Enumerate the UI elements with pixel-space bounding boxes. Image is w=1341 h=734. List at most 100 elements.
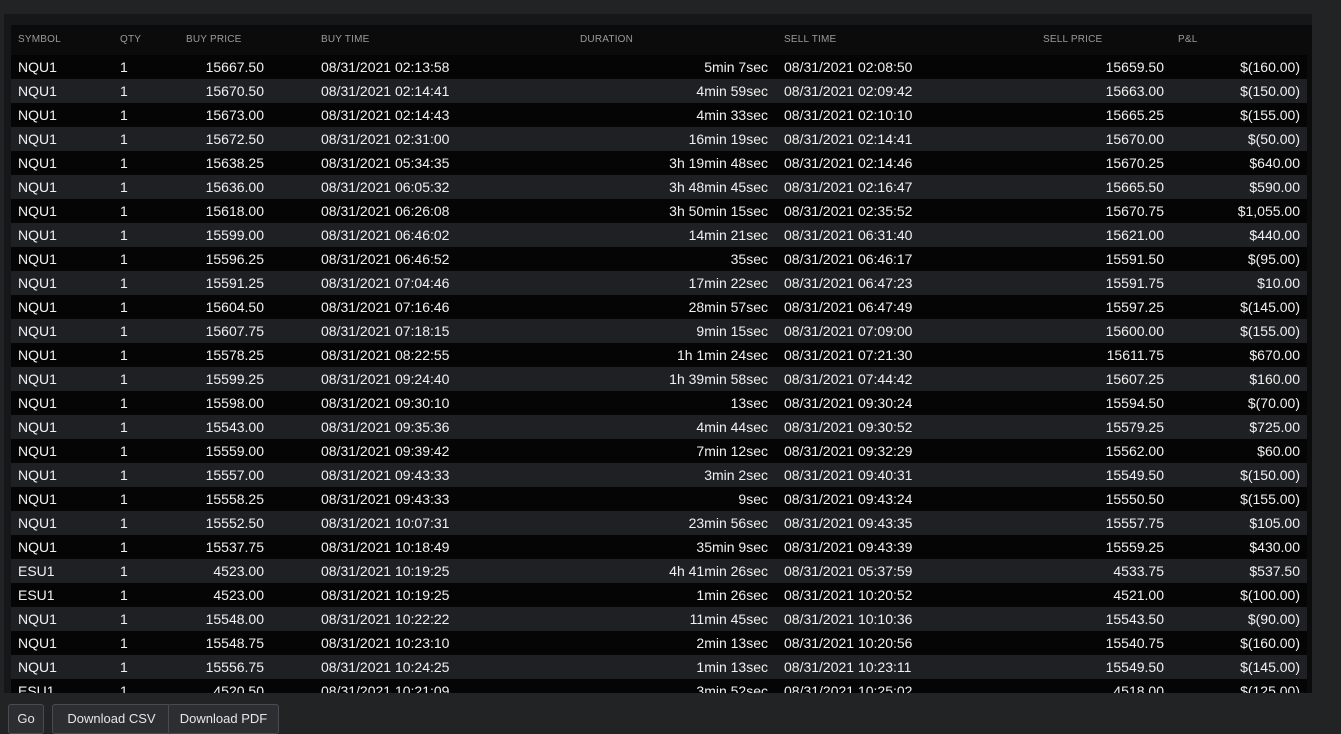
cell-sell-time: 08/31/2021 09:43:24	[784, 491, 913, 507]
cell-buy-time: 08/31/2021 09:43:33	[321, 491, 450, 507]
download-csv-button[interactable]: Download CSV	[52, 704, 171, 734]
cell-pnl: $160.00	[1249, 371, 1300, 387]
cell-qty: 1	[120, 131, 128, 147]
cell-sell-price: 15670.25	[1105, 155, 1164, 171]
table-scrollbar[interactable]	[1307, 25, 1312, 693]
cell-buy-time: 08/31/2021 10:19:25	[321, 563, 450, 579]
table-row[interactable]: NQU1 1 15599.00 08/31/2021 06:46:02 14min 21…	[11, 223, 1307, 247]
cell-buy-time: 08/31/2021 07:18:15	[321, 323, 450, 339]
cell-buy-price: 15596.25	[205, 251, 264, 267]
cell-sell-price: 4518.00	[1113, 683, 1164, 693]
cell-sell-time: 08/31/2021 07:09:00	[784, 323, 913, 339]
cell-duration: 4min 33sec	[696, 107, 768, 123]
table-row[interactable]: NQU1 1 15537.75 08/31/2021 10:18:49 35min 9s…	[11, 535, 1307, 559]
table-row[interactable]: NQU1 1 15618.00 08/31/2021 06:26:08 3h 50min…	[11, 199, 1307, 223]
cell-qty: 1	[120, 539, 128, 555]
cell-buy-price: 15598.00	[205, 395, 264, 411]
table-row[interactable]: NQU1 1 15552.50 08/31/2021 10:07:31 23min 56…	[11, 511, 1307, 535]
cell-pnl: $(155.00)	[1240, 107, 1300, 123]
cell-sell-price: 15621.00	[1105, 227, 1164, 243]
cell-qty: 1	[120, 395, 128, 411]
table-row[interactable]: NQU1 1 15543.00 08/31/2021 09:35:36 4min 44s…	[11, 415, 1307, 439]
cell-qty: 1	[120, 611, 128, 627]
cell-duration: 1min 13sec	[696, 659, 768, 675]
cell-buy-time: 08/31/2021 10:22:22	[321, 611, 450, 627]
table-row[interactable]: NQU1 1 15556.75 08/31/2021 10:24:25 1min 13s…	[11, 655, 1307, 679]
table-row[interactable]: NQU1 1 15638.25 08/31/2021 05:34:35 3h 19min…	[11, 151, 1307, 175]
table-row[interactable]: NQU1 1 15604.50 08/31/2021 07:16:46 28min 57…	[11, 295, 1307, 319]
cell-qty: 1	[120, 467, 128, 483]
cell-symbol: NQU1	[18, 635, 57, 651]
table-row[interactable]: NQU1 1 15672.50 08/31/2021 02:31:00 16min 19…	[11, 127, 1307, 151]
table-row[interactable]: NQU1 1 15673.00 08/31/2021 02:14:43 4min 33s…	[11, 103, 1307, 127]
table-row[interactable]: ESU1 1 4523.00 08/31/2021 10:19:25 1min 26se…	[11, 583, 1307, 607]
cell-buy-price: 15591.25	[205, 275, 264, 291]
cell-buy-price: 15607.75	[205, 323, 264, 339]
cell-buy-price: 15559.00	[205, 443, 264, 459]
cell-pnl: $105.00	[1249, 515, 1300, 531]
table-row[interactable]: NQU1 1 15667.50 08/31/2021 02:13:58 5min 7se…	[11, 55, 1307, 79]
table-row[interactable]: NQU1 1 15596.25 08/31/2021 06:46:52 35sec 08/…	[11, 247, 1307, 271]
column-header-symbol[interactable]: SYMBOL	[18, 34, 61, 45]
cell-sell-time: 08/31/2021 06:47:23	[784, 275, 913, 291]
cell-pnl: $590.00	[1249, 179, 1300, 195]
column-header-sell-time[interactable]: SELL TIME	[784, 34, 836, 45]
cell-symbol: NQU1	[18, 131, 57, 147]
cell-buy-time: 08/31/2021 07:04:46	[321, 275, 450, 291]
cell-pnl: $(150.00)	[1240, 83, 1300, 99]
table-row[interactable]: NQU1 1 15558.25 08/31/2021 09:43:33 9sec 08/3…	[11, 487, 1307, 511]
cell-symbol: NQU1	[18, 395, 57, 411]
cell-qty: 1	[120, 323, 128, 339]
cell-duration: 9sec	[738, 491, 768, 507]
column-header-pnl[interactable]: P&L	[1178, 34, 1198, 45]
table-row[interactable]: NQU1 1 15559.00 08/31/2021 09:39:42 7min 12s…	[11, 439, 1307, 463]
table-row[interactable]: NQU1 1 15599.25 08/31/2021 09:24:40 1h 39min…	[11, 367, 1307, 391]
column-header-buy-price[interactable]: BUY PRICE	[186, 34, 242, 45]
cell-duration: 7min 12sec	[696, 443, 768, 459]
cell-buy-time: 08/31/2021 02:14:43	[321, 107, 450, 123]
cell-sell-time: 08/31/2021 10:23:11	[784, 659, 912, 675]
trades-table[interactable]: SYMBOL QTY BUY PRICE BUY TIME DURATION S…	[11, 25, 1312, 693]
cell-sell-price: 4533.75	[1113, 563, 1164, 579]
cell-duration: 13sec	[730, 395, 768, 411]
table-row[interactable]: NQU1 1 15548.00 08/31/2021 10:22:22 11min 45…	[11, 607, 1307, 631]
cell-sell-price: 15540.75	[1105, 635, 1164, 651]
column-header-buy-time[interactable]: BUY TIME	[321, 34, 369, 45]
column-header-sell-price[interactable]: SELL PRICE	[1043, 34, 1102, 45]
cell-duration: 23min 56sec	[688, 515, 768, 531]
cell-buy-price: 4523.00	[213, 587, 264, 603]
cell-buy-price: 15670.50	[205, 83, 264, 99]
cell-symbol: NQU1	[18, 491, 57, 507]
cell-symbol: ESU1	[18, 683, 55, 693]
table-row[interactable]: NQU1 1 15548.75 08/31/2021 10:23:10 2min 13s…	[11, 631, 1307, 655]
cell-buy-time: 08/31/2021 02:31:00	[321, 131, 450, 147]
cell-qty: 1	[120, 563, 128, 579]
column-header-qty[interactable]: QTY	[120, 34, 141, 45]
table-row[interactable]: NQU1 1 15557.00 08/31/2021 09:43:33 3min 2se…	[11, 463, 1307, 487]
cell-sell-time: 08/31/2021 09:43:35	[784, 515, 913, 531]
cell-symbol: NQU1	[18, 371, 57, 387]
table-row[interactable]: ESU1 1 4520.50 08/31/2021 10:21:09 3min 52se…	[11, 679, 1307, 693]
table-row[interactable]: ESU1 1 4523.00 08/31/2021 10:19:25 4h 41min …	[11, 559, 1307, 583]
column-header-duration[interactable]: DURATION	[580, 34, 633, 45]
cell-duration: 28min 57sec	[688, 299, 768, 315]
cell-symbol: NQU1	[18, 107, 57, 123]
cell-sell-price: 15611.75	[1106, 347, 1164, 363]
cell-sell-time: 08/31/2021 10:10:36	[784, 611, 913, 627]
cell-sell-price: 15550.50	[1105, 491, 1164, 507]
table-row[interactable]: NQU1 1 15636.00 08/31/2021 06:05:32 3h 48min…	[11, 175, 1307, 199]
cell-buy-price: 15673.00	[205, 107, 264, 123]
go-button[interactable]: Go	[8, 704, 44, 734]
table-row[interactable]: NQU1 1 15591.25 08/31/2021 07:04:46 17min 22…	[11, 271, 1307, 295]
cell-sell-price: 15670.75	[1105, 203, 1164, 219]
cell-symbol: NQU1	[18, 59, 57, 75]
table-row[interactable]: NQU1 1 15578.25 08/31/2021 08:22:55 1h 1min …	[11, 343, 1307, 367]
cell-buy-time: 08/31/2021 10:18:49	[321, 539, 450, 555]
cell-pnl: $640.00	[1249, 155, 1300, 171]
cell-sell-price: 15557.75	[1105, 515, 1164, 531]
cell-duration: 1h 39min 58sec	[669, 371, 768, 387]
table-row[interactable]: NQU1 1 15598.00 08/31/2021 09:30:10 13sec 08/…	[11, 391, 1307, 415]
download-pdf-button[interactable]: Download PDF	[168, 704, 279, 734]
table-row[interactable]: NQU1 1 15670.50 08/31/2021 02:14:41 4min 59s…	[11, 79, 1307, 103]
table-row[interactable]: NQU1 1 15607.75 08/31/2021 07:18:15 9min 15s…	[11, 319, 1307, 343]
